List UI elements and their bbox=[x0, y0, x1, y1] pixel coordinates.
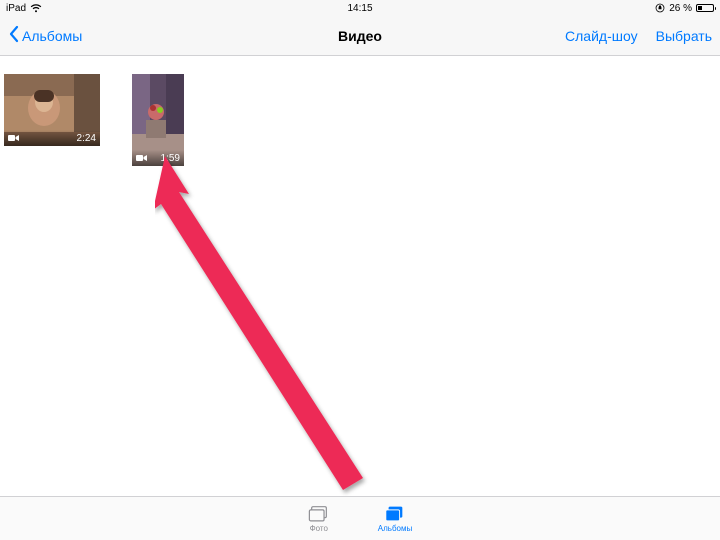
tab-photos[interactable]: Фото bbox=[308, 505, 330, 533]
albums-stack-icon bbox=[384, 505, 406, 523]
battery-percent: 26 % bbox=[669, 3, 692, 14]
tab-label: Альбомы bbox=[378, 524, 412, 533]
video-camera-icon bbox=[136, 154, 147, 162]
select-button[interactable]: Выбрать bbox=[656, 28, 712, 44]
status-right: 26 % bbox=[655, 3, 714, 14]
video-duration: 1:59 bbox=[161, 153, 180, 164]
tab-label: Фото bbox=[310, 524, 328, 533]
nav-bar: Альбомы Видео Слайд-шоу Выбрать bbox=[0, 16, 720, 56]
page-title: Видео bbox=[338, 28, 382, 44]
photos-stack-icon bbox=[308, 505, 330, 523]
video-grid: 2:24 1:59 bbox=[0, 56, 720, 184]
video-duration: 2:24 bbox=[77, 133, 96, 144]
video-overlay: 1:59 bbox=[132, 150, 184, 166]
status-bar: iPad 14:15 26 % bbox=[0, 0, 720, 16]
slideshow-button[interactable]: Слайд-шоу bbox=[565, 28, 638, 44]
video-overlay: 2:24 bbox=[4, 130, 100, 146]
wifi-icon bbox=[30, 4, 42, 13]
back-label: Альбомы bbox=[22, 28, 82, 44]
back-button[interactable]: Альбомы bbox=[8, 25, 82, 46]
nav-actions: Слайд-шоу Выбрать bbox=[565, 28, 712, 44]
status-left: iPad bbox=[6, 3, 42, 14]
video-camera-icon bbox=[8, 134, 19, 142]
annotation-arrow bbox=[155, 156, 415, 496]
video-thumbnail[interactable]: 1:59 bbox=[132, 74, 184, 166]
device-name: iPad bbox=[6, 3, 26, 14]
tab-albums[interactable]: Альбомы bbox=[378, 505, 412, 533]
rotation-lock-icon bbox=[655, 3, 665, 13]
chevron-left-icon bbox=[8, 25, 20, 46]
content-area: 2:24 1:59 bbox=[0, 56, 720, 496]
battery-icon bbox=[696, 4, 714, 12]
video-thumbnail[interactable]: 2:24 bbox=[4, 74, 100, 146]
tab-bar: Фото Альбомы bbox=[0, 496, 720, 540]
status-time: 14:15 bbox=[347, 3, 372, 14]
